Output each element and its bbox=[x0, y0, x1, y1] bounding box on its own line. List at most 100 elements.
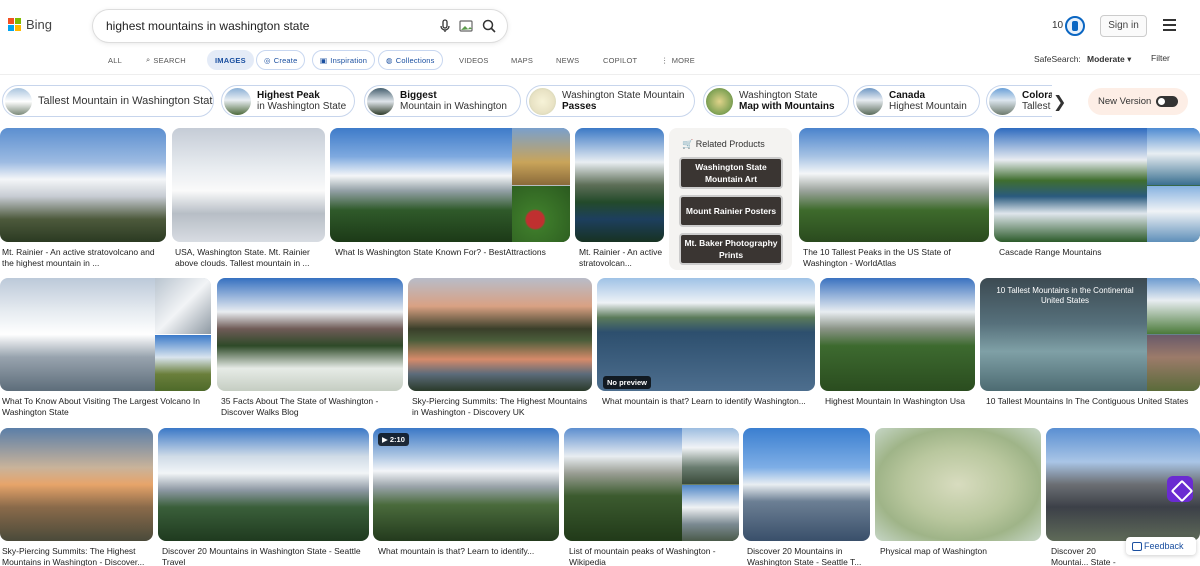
menu-icon[interactable] bbox=[1163, 19, 1176, 31]
result-caption[interactable]: Discover 20 Mountains in Washington Stat… bbox=[162, 546, 367, 566]
chip-canada-highest[interactable]: Canada Highest Mountain bbox=[853, 85, 980, 117]
result-image[interactable] bbox=[799, 128, 989, 242]
result-caption[interactable]: What To Know About Visiting The Largest … bbox=[2, 396, 207, 418]
result-image[interactable] bbox=[564, 428, 739, 541]
microphone-icon[interactable] bbox=[437, 18, 453, 34]
chip-thumbnail bbox=[989, 87, 1016, 115]
result-caption[interactable]: Highest Mountain In Washington Usa bbox=[825, 396, 975, 407]
chip-thumbnail bbox=[224, 87, 251, 115]
result-image[interactable] bbox=[575, 128, 664, 242]
nav-maps[interactable]: MAPS bbox=[511, 50, 533, 70]
result-image[interactable] bbox=[172, 128, 325, 242]
result-subimage bbox=[1147, 186, 1200, 242]
toggle-switch-icon[interactable] bbox=[1156, 96, 1178, 107]
nav-news[interactable]: NEWS bbox=[556, 50, 579, 70]
result-image[interactable] bbox=[330, 128, 570, 242]
result-caption[interactable]: Cascade Range Mountains bbox=[999, 247, 1199, 258]
chip-tallest-mountain[interactable]: Tallest Mountain in Washington State bbox=[2, 85, 214, 117]
result-caption[interactable]: Physical map of Washington bbox=[880, 546, 1040, 557]
search-input[interactable]: highest mountains in washington state bbox=[106, 19, 309, 33]
video-duration-badge: ▶ 2:10 bbox=[378, 433, 409, 446]
nav-create[interactable]: ◎ Create bbox=[256, 50, 306, 70]
result-image[interactable] bbox=[743, 428, 870, 541]
result-caption[interactable]: Sky-Piercing Summits: The Highest Mounta… bbox=[412, 396, 592, 418]
chip-biggest-mountain[interactable]: Biggest Mountain in Washington bbox=[364, 85, 521, 117]
result-caption[interactable]: Mt. Rainier - An active stratovolcano an… bbox=[2, 247, 162, 269]
safesearch-label: SafeSearch: bbox=[1034, 54, 1081, 64]
related-products-panel: 🛒 Related Products Washington State Moun… bbox=[669, 128, 792, 270]
signin-button[interactable]: Sign in bbox=[1100, 15, 1147, 37]
rewards-points: 10 bbox=[1052, 20, 1064, 31]
play-icon: ▶ bbox=[382, 435, 388, 444]
result-subimage bbox=[1147, 278, 1200, 334]
chip-thumbnail bbox=[5, 87, 32, 115]
nav-videos[interactable]: VIDEOS bbox=[459, 50, 489, 70]
related-product-mountain-art[interactable]: Washington State Mountain Art bbox=[679, 157, 783, 189]
result-image[interactable]: No preview bbox=[597, 278, 815, 391]
result-subimage bbox=[1147, 128, 1200, 185]
nav-inspiration[interactable]: ▣ Inspiration bbox=[312, 50, 376, 70]
search-box[interactable]: highest mountains in washington state bbox=[93, 10, 507, 42]
result-image[interactable] bbox=[0, 128, 166, 242]
result-image[interactable] bbox=[408, 278, 592, 391]
result-image[interactable] bbox=[217, 278, 403, 391]
rewards-icon[interactable] bbox=[1065, 16, 1085, 36]
result-image[interactable]: ▶ 2:10 bbox=[373, 428, 559, 541]
result-image[interactable] bbox=[820, 278, 975, 391]
result-subimage bbox=[512, 128, 570, 185]
nav-all[interactable]: ALL bbox=[108, 50, 122, 70]
visual-search-icon[interactable] bbox=[458, 18, 474, 34]
result-caption[interactable]: 35 Facts About The State of Washington -… bbox=[221, 396, 401, 418]
result-caption[interactable]: Sky-Piercing Summits: The Highest Mounta… bbox=[2, 546, 152, 566]
result-caption[interactable]: Mt. Rainier - An active stratovolcan... bbox=[579, 247, 665, 269]
infographic-title: 10 Tallest Mountains in the Continental … bbox=[996, 286, 1134, 305]
related-product-baker-prints[interactable]: Mt. Baker Photography Prints bbox=[679, 233, 783, 265]
no-preview-badge: No preview bbox=[603, 376, 652, 389]
result-image[interactable]: 10 Tallest Mountains in the Continental … bbox=[980, 278, 1200, 391]
result-subimage bbox=[682, 485, 739, 541]
chip-mountain-passes[interactable]: Washington State Mountain Passes bbox=[526, 85, 695, 117]
result-subimage bbox=[682, 428, 739, 484]
chip-thumbnail bbox=[529, 87, 556, 115]
bing-logo[interactable]: Bing bbox=[8, 17, 52, 32]
result-subimage bbox=[1147, 335, 1200, 391]
collections-icon: ◍ bbox=[386, 55, 393, 65]
cart-icon: 🛒 bbox=[682, 139, 694, 149]
safesearch-dropdown[interactable]: Moderate ▾ bbox=[1087, 54, 1131, 65]
nav-copilot[interactable]: COPILOT bbox=[603, 50, 637, 70]
nav-images[interactable]: IMAGES bbox=[207, 50, 254, 70]
inspiration-icon: ▣ bbox=[320, 55, 328, 65]
result-subimage bbox=[512, 186, 570, 242]
result-image[interactable] bbox=[0, 428, 153, 541]
result-caption[interactable]: What Is Washington State Known For? - Be… bbox=[335, 247, 565, 258]
nav-collections[interactable]: ◍ Collections bbox=[378, 50, 443, 70]
chip-colorado-tallest[interactable]: Colora Tallest bbox=[986, 85, 1052, 117]
nav-more[interactable]: ⋮ MORE bbox=[661, 50, 695, 70]
result-caption[interactable]: Discover 20 Mountains in Washington Stat… bbox=[747, 546, 869, 566]
result-caption[interactable]: What mountain is that? Learn to identify… bbox=[602, 396, 812, 407]
new-version-toggle[interactable]: New Version bbox=[1088, 88, 1188, 115]
related-product-rainier-posters[interactable]: Mount Rainier Posters bbox=[679, 195, 783, 227]
copilot-icon[interactable] bbox=[1167, 476, 1193, 502]
chip-thumbnail bbox=[856, 87, 883, 115]
result-image[interactable] bbox=[994, 128, 1200, 242]
chevron-right-icon[interactable]: ❯ bbox=[1053, 92, 1067, 111]
related-products-title: 🛒 Related Products bbox=[682, 139, 765, 149]
nav-search[interactable]: ⌕ SEARCH bbox=[146, 50, 186, 70]
result-caption[interactable]: 10 Tallest Mountains In The Contiguous U… bbox=[986, 396, 1196, 407]
search-small-icon: ⌕ bbox=[146, 55, 151, 64]
feedback-button[interactable]: Feedback bbox=[1126, 537, 1196, 555]
result-caption[interactable]: What mountain is that? Learn to identify… bbox=[378, 546, 558, 557]
result-image[interactable] bbox=[0, 278, 211, 391]
filter-button[interactable]: Filter bbox=[1151, 53, 1170, 63]
result-caption[interactable]: The 10 Tallest Peaks in the US State of … bbox=[803, 247, 988, 269]
map-image[interactable] bbox=[875, 428, 1041, 541]
search-icon[interactable] bbox=[481, 18, 497, 34]
chip-highest-peak[interactable]: Highest Peak in Washington State bbox=[221, 85, 355, 117]
result-caption[interactable]: List of mountain peaks of Washington - W… bbox=[569, 546, 739, 566]
result-caption[interactable]: USA, Washington State. Mt. Rainier above… bbox=[175, 247, 325, 269]
result-subimage bbox=[155, 335, 211, 391]
result-caption[interactable]: Discover 20 Mountai... State - Seattle T… bbox=[1051, 546, 1131, 566]
result-image[interactable] bbox=[158, 428, 369, 541]
chip-map-with-mountains[interactable]: Washington State Map with Mountains bbox=[703, 85, 849, 117]
